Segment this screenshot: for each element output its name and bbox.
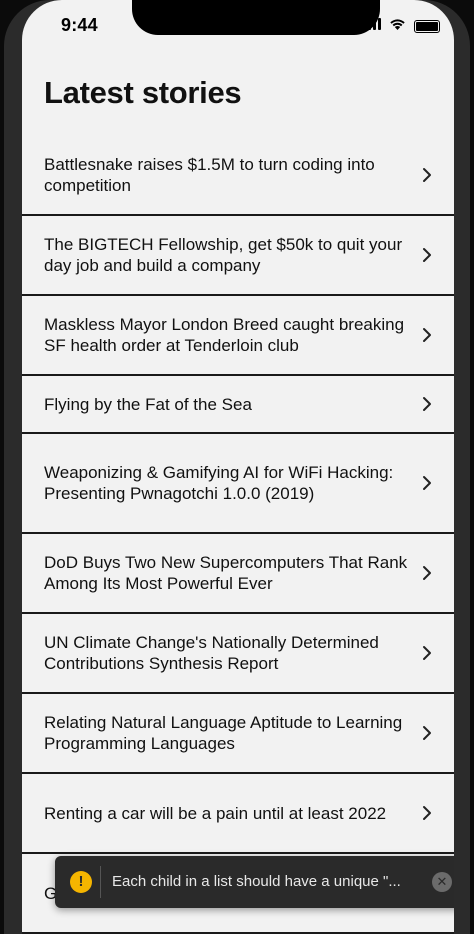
story-list: Battlesnake raises $1.5M to turn coding … [22, 136, 454, 934]
close-icon[interactable]: ✕ [432, 872, 452, 892]
app-screen: 9:44 Latest stories Battlesnake raises $… [22, 0, 454, 934]
story-row[interactable]: Renting a car will be a pain until at le… [22, 774, 454, 854]
story-title: Relating Natural Language Aptitude to Le… [44, 713, 403, 753]
battery-icon [414, 19, 440, 33]
device-notch [132, 0, 380, 35]
story-row[interactable]: DoD Buys Two New Supercomputers That Ran… [22, 534, 454, 614]
chevron-right-icon [422, 805, 432, 821]
story-row[interactable]: The BIGTECH Fellowship, get $50k to quit… [22, 216, 454, 296]
story-title: The BIGTECH Fellowship, get $50k to quit… [44, 235, 403, 275]
story-title: DoD Buys Two New Supercomputers That Ran… [44, 553, 408, 593]
story-title: UN Climate Change's Nationally Determine… [44, 633, 379, 673]
story-row[interactable]: Relating Natural Language Aptitude to Le… [22, 694, 454, 774]
toast-message: Each child in a list should have a uniqu… [112, 873, 401, 890]
status-time: 9:44 [61, 15, 98, 35]
toast-divider [100, 866, 101, 898]
device-frame: 9:44 Latest stories Battlesnake raises $… [0, 0, 474, 934]
story-row[interactable]: UN Climate Change's Nationally Determine… [22, 614, 454, 694]
warning-toast[interactable]: ! Each child in a list should have a uni… [55, 856, 454, 908]
story-title: Flying by the Fat of the Sea [44, 394, 252, 414]
chevron-right-icon [422, 565, 432, 581]
story-row[interactable]: Maskless Mayor London Breed caught break… [22, 296, 454, 376]
chevron-right-icon [422, 396, 432, 412]
chevron-right-icon [422, 327, 432, 343]
story-row[interactable]: Flying by the Fat of the Sea [22, 376, 454, 434]
story-title: Renting a car will be a pain until at le… [44, 803, 387, 823]
story-row[interactable]: Weaponizing & Gamifying AI for WiFi Hack… [22, 434, 454, 534]
battery-level [416, 21, 438, 31]
wifi-icon [389, 17, 406, 35]
chevron-right-icon [422, 725, 432, 741]
chevron-right-icon [422, 167, 432, 183]
story-row[interactable]: Battlesnake raises $1.5M to turn coding … [22, 136, 454, 216]
chevron-right-icon [422, 247, 432, 263]
chevron-right-icon [422, 645, 432, 661]
chevron-right-icon [422, 475, 432, 491]
story-title: Battlesnake raises $1.5M to turn coding … [44, 155, 375, 195]
story-title: Maskless Mayor London Breed caught break… [44, 315, 405, 355]
page-title: Latest stories [44, 75, 242, 110]
warning-icon: ! [70, 871, 92, 893]
story-title: Weaponizing & Gamifying AI for WiFi Hack… [44, 463, 394, 503]
